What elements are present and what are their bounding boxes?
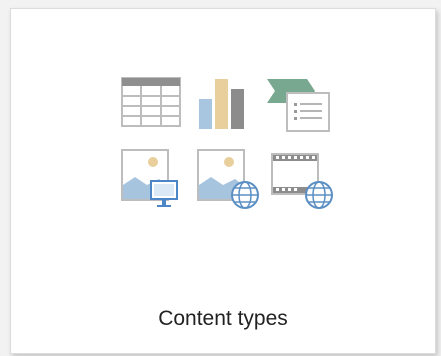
table-icon bbox=[121, 77, 181, 127]
picture-web-icon bbox=[197, 149, 263, 213]
content-types-tile[interactable]: Content types bbox=[10, 8, 436, 354]
video-web-icon bbox=[271, 153, 337, 213]
picture-computer-icon bbox=[121, 149, 185, 211]
tile-label: Content types bbox=[158, 307, 288, 330]
slide-content-icon bbox=[267, 77, 331, 133]
chart-icon bbox=[199, 77, 247, 129]
